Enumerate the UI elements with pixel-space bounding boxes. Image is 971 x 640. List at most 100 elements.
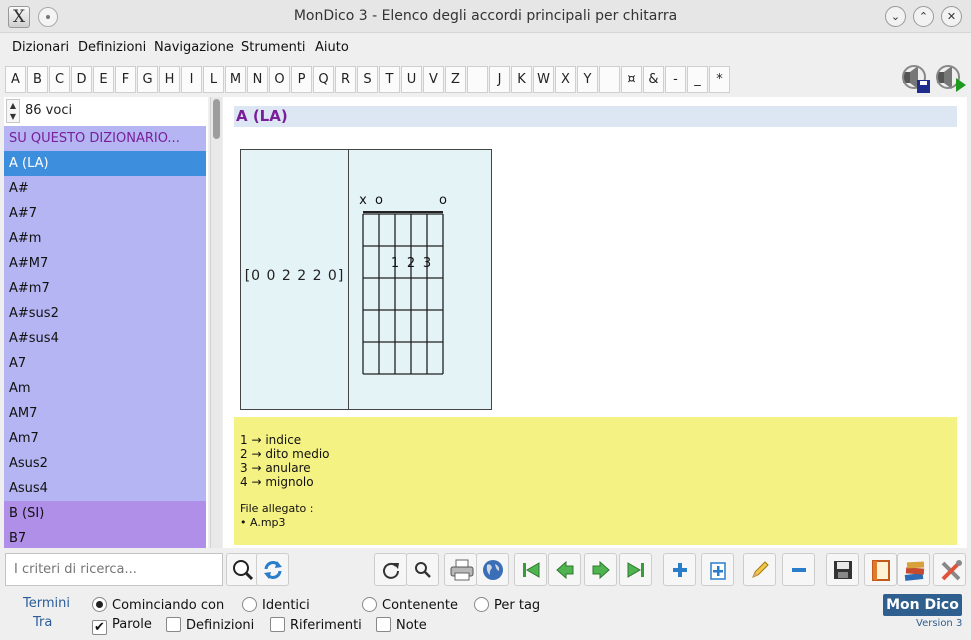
list-item[interactable]: A#m7	[4, 276, 206, 301]
letter-button[interactable]: G	[137, 66, 158, 93]
letter-button[interactable]: E	[93, 66, 114, 93]
list-item[interactable]: Am7	[4, 426, 206, 451]
checkbox-indicator[interactable]: ✔	[92, 620, 107, 635]
letter-button[interactable]: C	[49, 66, 70, 93]
remove-icon[interactable]	[782, 553, 815, 586]
menu-dizionari[interactable]: Dizionari	[12, 40, 69, 55]
bottom-toolbar	[0, 550, 971, 588]
checkbox-indicator[interactable]	[376, 617, 391, 632]
scrollbar-thumb[interactable]	[213, 99, 220, 139]
letter-button[interactable]	[599, 66, 620, 93]
count-spinner[interactable]: ▲ ▼	[6, 99, 20, 123]
list-item[interactable]: A#7	[4, 201, 206, 226]
letter-button[interactable]: I	[181, 66, 202, 93]
list-item[interactable]: B7	[4, 526, 206, 548]
menu-aiuto[interactable]: Aiuto	[315, 40, 349, 55]
globe-icon[interactable]	[476, 553, 509, 586]
last-icon[interactable]	[619, 553, 652, 586]
list-item[interactable]: A7	[4, 351, 206, 376]
list-item[interactable]: A#	[4, 176, 206, 201]
letter-button[interactable]: S	[357, 66, 378, 93]
letter-button[interactable]: U	[401, 66, 422, 93]
search-glass-icon[interactable]	[226, 553, 259, 586]
letter-button[interactable]: Z	[445, 66, 466, 93]
maximize-button[interactable]: ⌃	[913, 6, 934, 27]
save-icon[interactable]	[826, 553, 859, 586]
check-parole[interactable]: ✔ Parole	[92, 617, 152, 635]
check-definizioni[interactable]: Definizioni	[166, 617, 254, 633]
letter-button[interactable]: L	[203, 66, 224, 93]
list-scrollbar[interactable]	[210, 97, 222, 548]
add-icon[interactable]	[663, 553, 696, 586]
radio-indicator[interactable]	[362, 597, 377, 612]
menu-definizioni[interactable]: Definizioni	[78, 40, 146, 55]
letter-button[interactable]: O	[269, 66, 290, 93]
check-note[interactable]: Note	[376, 617, 427, 633]
radio-cominciando-con[interactable]: Cominciando con	[92, 597, 224, 613]
list-item[interactable]: Am	[4, 376, 206, 401]
letter-button[interactable]: N	[247, 66, 268, 93]
search-input[interactable]	[5, 553, 223, 586]
book-icon[interactable]	[864, 553, 897, 586]
close-button[interactable]: ✕	[941, 6, 962, 27]
speaker-save-icon[interactable]	[900, 62, 932, 94]
letter-button[interactable]: M	[225, 66, 246, 93]
letter-button[interactable]: T	[379, 66, 400, 93]
letter-button[interactable]: J	[489, 66, 510, 93]
radio-per-tag[interactable]: Per tag	[474, 597, 540, 613]
letter-button[interactable]: H	[159, 66, 180, 93]
letter-button[interactable]: F	[115, 66, 136, 93]
next-icon[interactable]	[584, 553, 617, 586]
print-icon[interactable]	[444, 553, 477, 586]
letter-button[interactable]: K	[511, 66, 532, 93]
list-item[interactable]: Asus2	[4, 451, 206, 476]
letter-button[interactable]: X	[555, 66, 576, 93]
radio-contenente[interactable]: Contenente	[362, 597, 458, 613]
books-icon[interactable]	[897, 553, 930, 586]
list-item[interactable]: Asus4	[4, 476, 206, 501]
checkbox-indicator[interactable]	[166, 617, 181, 632]
list-item[interactable]: A#M7	[4, 251, 206, 276]
attachment-link[interactable]: • A.mp3	[240, 516, 957, 530]
list-item[interactable]: AM7	[4, 401, 206, 426]
letter-button[interactable]: D	[71, 66, 92, 93]
letter-button[interactable]: *	[709, 66, 730, 93]
letter-button[interactable]: Y	[577, 66, 598, 93]
list-item[interactable]: A#m	[4, 226, 206, 251]
letter-button[interactable]: Q	[313, 66, 334, 93]
list-item[interactable]: A#sus4	[4, 326, 206, 351]
reload-icon[interactable]	[374, 553, 407, 586]
menu-strumenti[interactable]: Strumenti	[241, 40, 306, 55]
list-item[interactable]: A (LA)	[4, 151, 206, 176]
list-item[interactable]: A#sus2	[4, 301, 206, 326]
letter-button[interactable]: _	[687, 66, 708, 93]
letter-button[interactable]: V	[423, 66, 444, 93]
speaker-play-icon[interactable]	[934, 62, 966, 94]
letter-button[interactable]: ¤	[621, 66, 642, 93]
radio-identici[interactable]: Identici	[242, 597, 310, 613]
letter-button[interactable]: W	[533, 66, 554, 93]
first-icon[interactable]	[514, 553, 547, 586]
previous-icon[interactable]	[548, 553, 581, 586]
radio-indicator[interactable]	[242, 597, 257, 612]
menu-navigazione[interactable]: Navigazione	[154, 40, 234, 55]
letter-button[interactable]: R	[335, 66, 356, 93]
radio-indicator[interactable]	[92, 597, 107, 612]
letter-button[interactable]: B	[27, 66, 48, 93]
list-item[interactable]: B (SI)	[4, 501, 206, 526]
letter-button[interactable]: P	[291, 66, 312, 93]
checkbox-indicator[interactable]	[270, 617, 285, 632]
letter-button[interactable]: A	[5, 66, 26, 93]
letter-button[interactable]: &	[643, 66, 664, 93]
list-header[interactable]: SU QUESTO DIZIONARIO...	[4, 126, 206, 151]
letter-button[interactable]	[467, 66, 488, 93]
edit-icon[interactable]	[743, 553, 776, 586]
add-copy-icon[interactable]	[701, 553, 734, 586]
radio-indicator[interactable]	[474, 597, 489, 612]
tools-icon[interactable]	[933, 553, 966, 586]
minimize-button[interactable]: ⌄	[885, 6, 906, 27]
refresh-icon[interactable]	[256, 553, 289, 586]
check-riferimenti[interactable]: Riferimenti	[270, 617, 362, 633]
letter-button[interactable]: -	[665, 66, 686, 93]
zoom-icon[interactable]	[406, 553, 439, 586]
